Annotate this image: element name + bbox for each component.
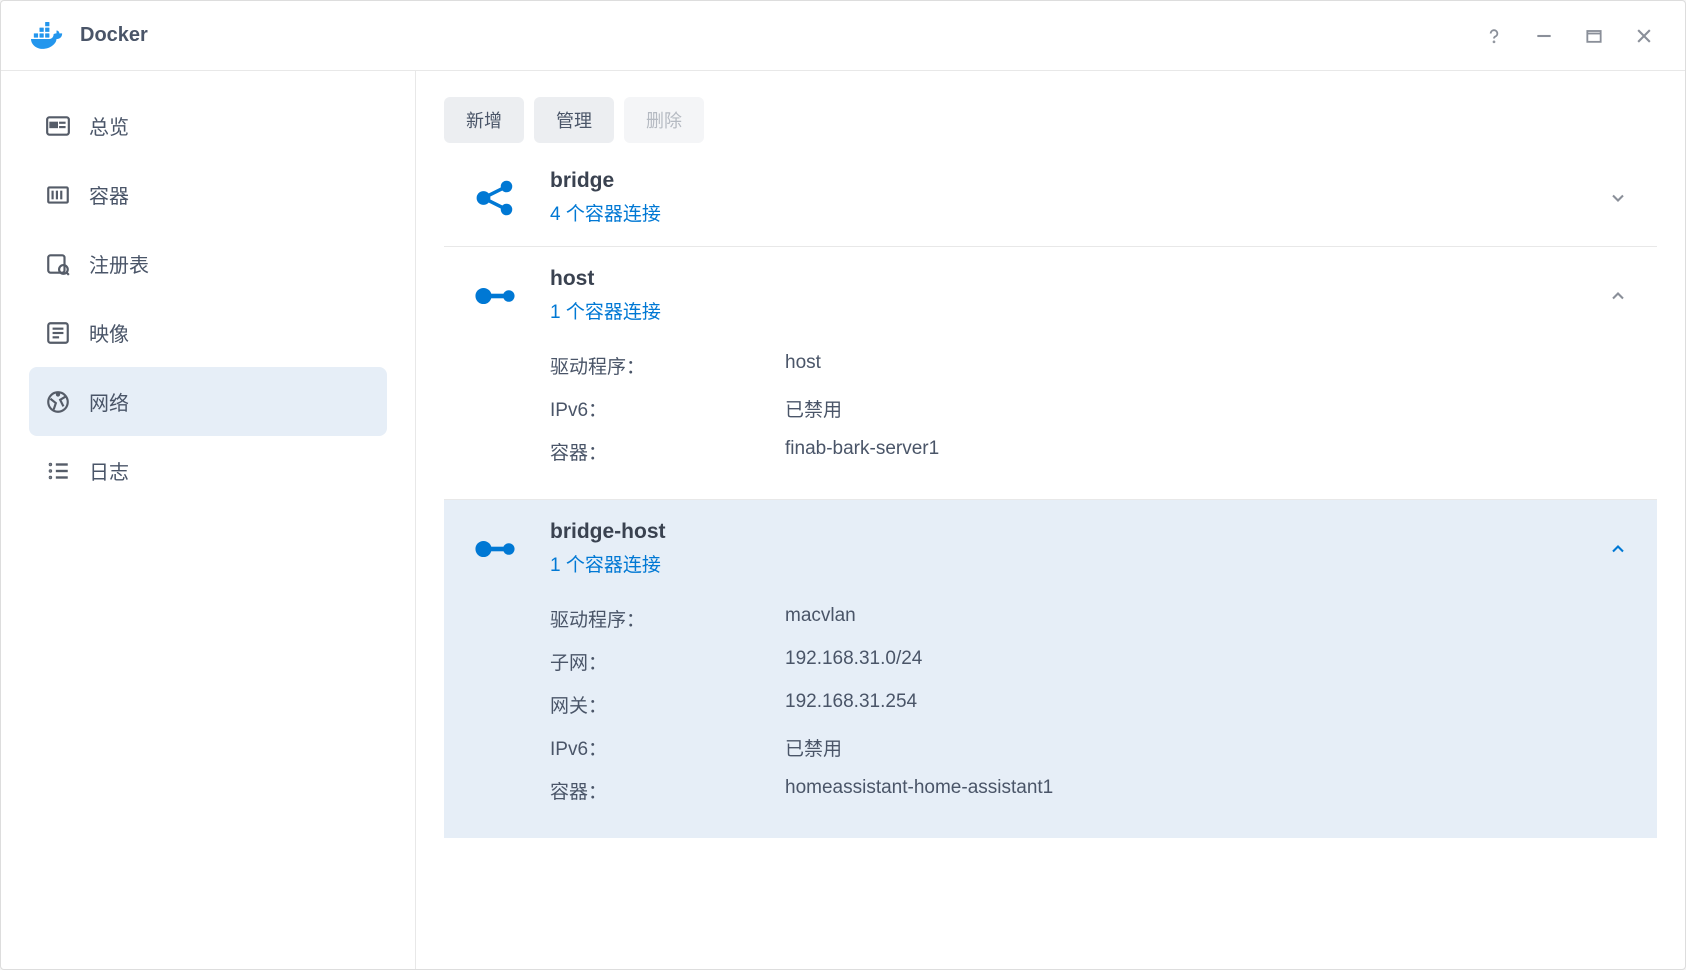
detail-row: 容器： finab-bark-server1: [550, 430, 1631, 473]
detail-row: 驱动程序： macvlan: [550, 597, 1631, 640]
network-list: bridge 4 个容器连接: [444, 149, 1657, 838]
detail-row: IPv6： 已禁用: [550, 387, 1631, 430]
sidebar-item-image[interactable]: 映像: [29, 298, 387, 367]
network-details: 驱动程序： host IPv6： 已禁用 容器： finab-bark-serv…: [444, 344, 1657, 499]
titlebar-left: Docker: [31, 22, 148, 50]
network-sub: 4 个容器连接: [550, 199, 1605, 226]
delete-button: 删除: [624, 97, 704, 143]
app-window: Docker: [0, 0, 1686, 970]
sidebar-item-container[interactable]: 容器: [29, 160, 387, 229]
manage-button[interactable]: 管理: [534, 97, 614, 143]
network-title-group: host 1 个容器连接: [550, 267, 1605, 324]
detail-label-container: 容器：: [550, 438, 785, 465]
network-name: host: [550, 267, 1605, 291]
sidebar-item-label: 映像: [89, 318, 129, 347]
network-details: 驱动程序： macvlan 子网： 192.168.31.0/24 网关： 19…: [444, 597, 1657, 838]
sidebar: 总览 容器: [1, 71, 416, 969]
network-header[interactable]: bridge-host 1 个容器连接: [444, 500, 1657, 597]
detail-row: IPv6： 已禁用: [550, 726, 1631, 769]
content: 新增 管理 删除: [416, 71, 1685, 969]
overview-icon: [45, 113, 71, 139]
help-icon[interactable]: [1483, 25, 1505, 47]
detail-value: 已禁用: [785, 395, 1631, 422]
network-header[interactable]: bridge 4 个容器连接: [444, 149, 1657, 246]
close-icon[interactable]: [1633, 25, 1655, 47]
sidebar-item-overview[interactable]: 总览: [29, 91, 387, 160]
sidebar-item-log[interactable]: 日志: [29, 436, 387, 505]
network-name: bridge: [550, 169, 1605, 193]
detail-value: homeassistant-home-assistant1: [785, 777, 1631, 804]
detail-value: 192.168.31.0/24: [785, 648, 1631, 675]
sidebar-item-label: 容器: [89, 180, 129, 209]
detail-row: 网关： 192.168.31.254: [550, 683, 1631, 726]
network-header[interactable]: host 1 个容器连接: [444, 247, 1657, 344]
sidebar-item-label: 网络: [89, 387, 129, 416]
image-icon: [45, 320, 71, 346]
chevron-down-icon[interactable]: [1605, 185, 1631, 211]
network-sub: 1 个容器连接: [550, 550, 1605, 577]
sidebar-item-registry[interactable]: 注册表: [29, 229, 387, 298]
chevron-up-icon[interactable]: [1605, 283, 1631, 309]
detail-value: macvlan: [785, 605, 1631, 632]
detail-label-subnet: 子网：: [550, 648, 785, 675]
network-icon: [45, 389, 71, 415]
network-item-bridge-host: bridge-host 1 个容器连接 驱动程序： macvlan: [444, 499, 1657, 838]
detail-value: 已禁用: [785, 734, 1631, 761]
log-icon: [45, 458, 71, 484]
network-host-icon: [470, 524, 520, 574]
sidebar-item-network[interactable]: 网络: [29, 367, 387, 436]
titlebar: Docker: [1, 1, 1685, 71]
network-sub: 1 个容器连接: [550, 297, 1605, 324]
titlebar-controls: [1483, 25, 1655, 47]
network-title-group: bridge 4 个容器连接: [550, 169, 1605, 226]
detail-label-ipv6: IPv6：: [550, 395, 785, 422]
detail-value: finab-bark-server1: [785, 438, 1631, 465]
detail-label-ipv6: IPv6：: [550, 734, 785, 761]
maximize-icon[interactable]: [1583, 25, 1605, 47]
sidebar-item-label: 总览: [89, 111, 129, 140]
sidebar-item-label: 注册表: [89, 249, 149, 278]
detail-value: 192.168.31.254: [785, 691, 1631, 718]
detail-label-driver: 驱动程序：: [550, 605, 785, 632]
network-item-bridge: bridge 4 个容器连接: [444, 149, 1657, 246]
network-name: bridge-host: [550, 520, 1605, 544]
docker-logo-icon: [31, 22, 65, 50]
network-host-icon: [470, 271, 520, 321]
network-share-icon: [470, 173, 520, 223]
add-button[interactable]: 新增: [444, 97, 524, 143]
minimize-icon[interactable]: [1533, 25, 1555, 47]
detail-row: 驱动程序： host: [550, 344, 1631, 387]
network-title-group: bridge-host 1 个容器连接: [550, 520, 1605, 577]
detail-label-driver: 驱动程序：: [550, 352, 785, 379]
chevron-up-icon[interactable]: [1605, 536, 1631, 562]
detail-row: 容器： homeassistant-home-assistant1: [550, 769, 1631, 812]
container-icon: [45, 182, 71, 208]
body: 总览 容器: [1, 71, 1685, 969]
detail-label-container: 容器：: [550, 777, 785, 804]
detail-value: host: [785, 352, 1631, 379]
detail-row: 子网： 192.168.31.0/24: [550, 640, 1631, 683]
network-item-host: host 1 个容器连接 驱动程序： host: [444, 246, 1657, 499]
toolbar: 新增 管理 删除: [444, 97, 1657, 143]
app-title: Docker: [80, 24, 148, 47]
registry-icon: [45, 251, 71, 277]
sidebar-item-label: 日志: [89, 456, 129, 485]
detail-label-gateway: 网关：: [550, 691, 785, 718]
